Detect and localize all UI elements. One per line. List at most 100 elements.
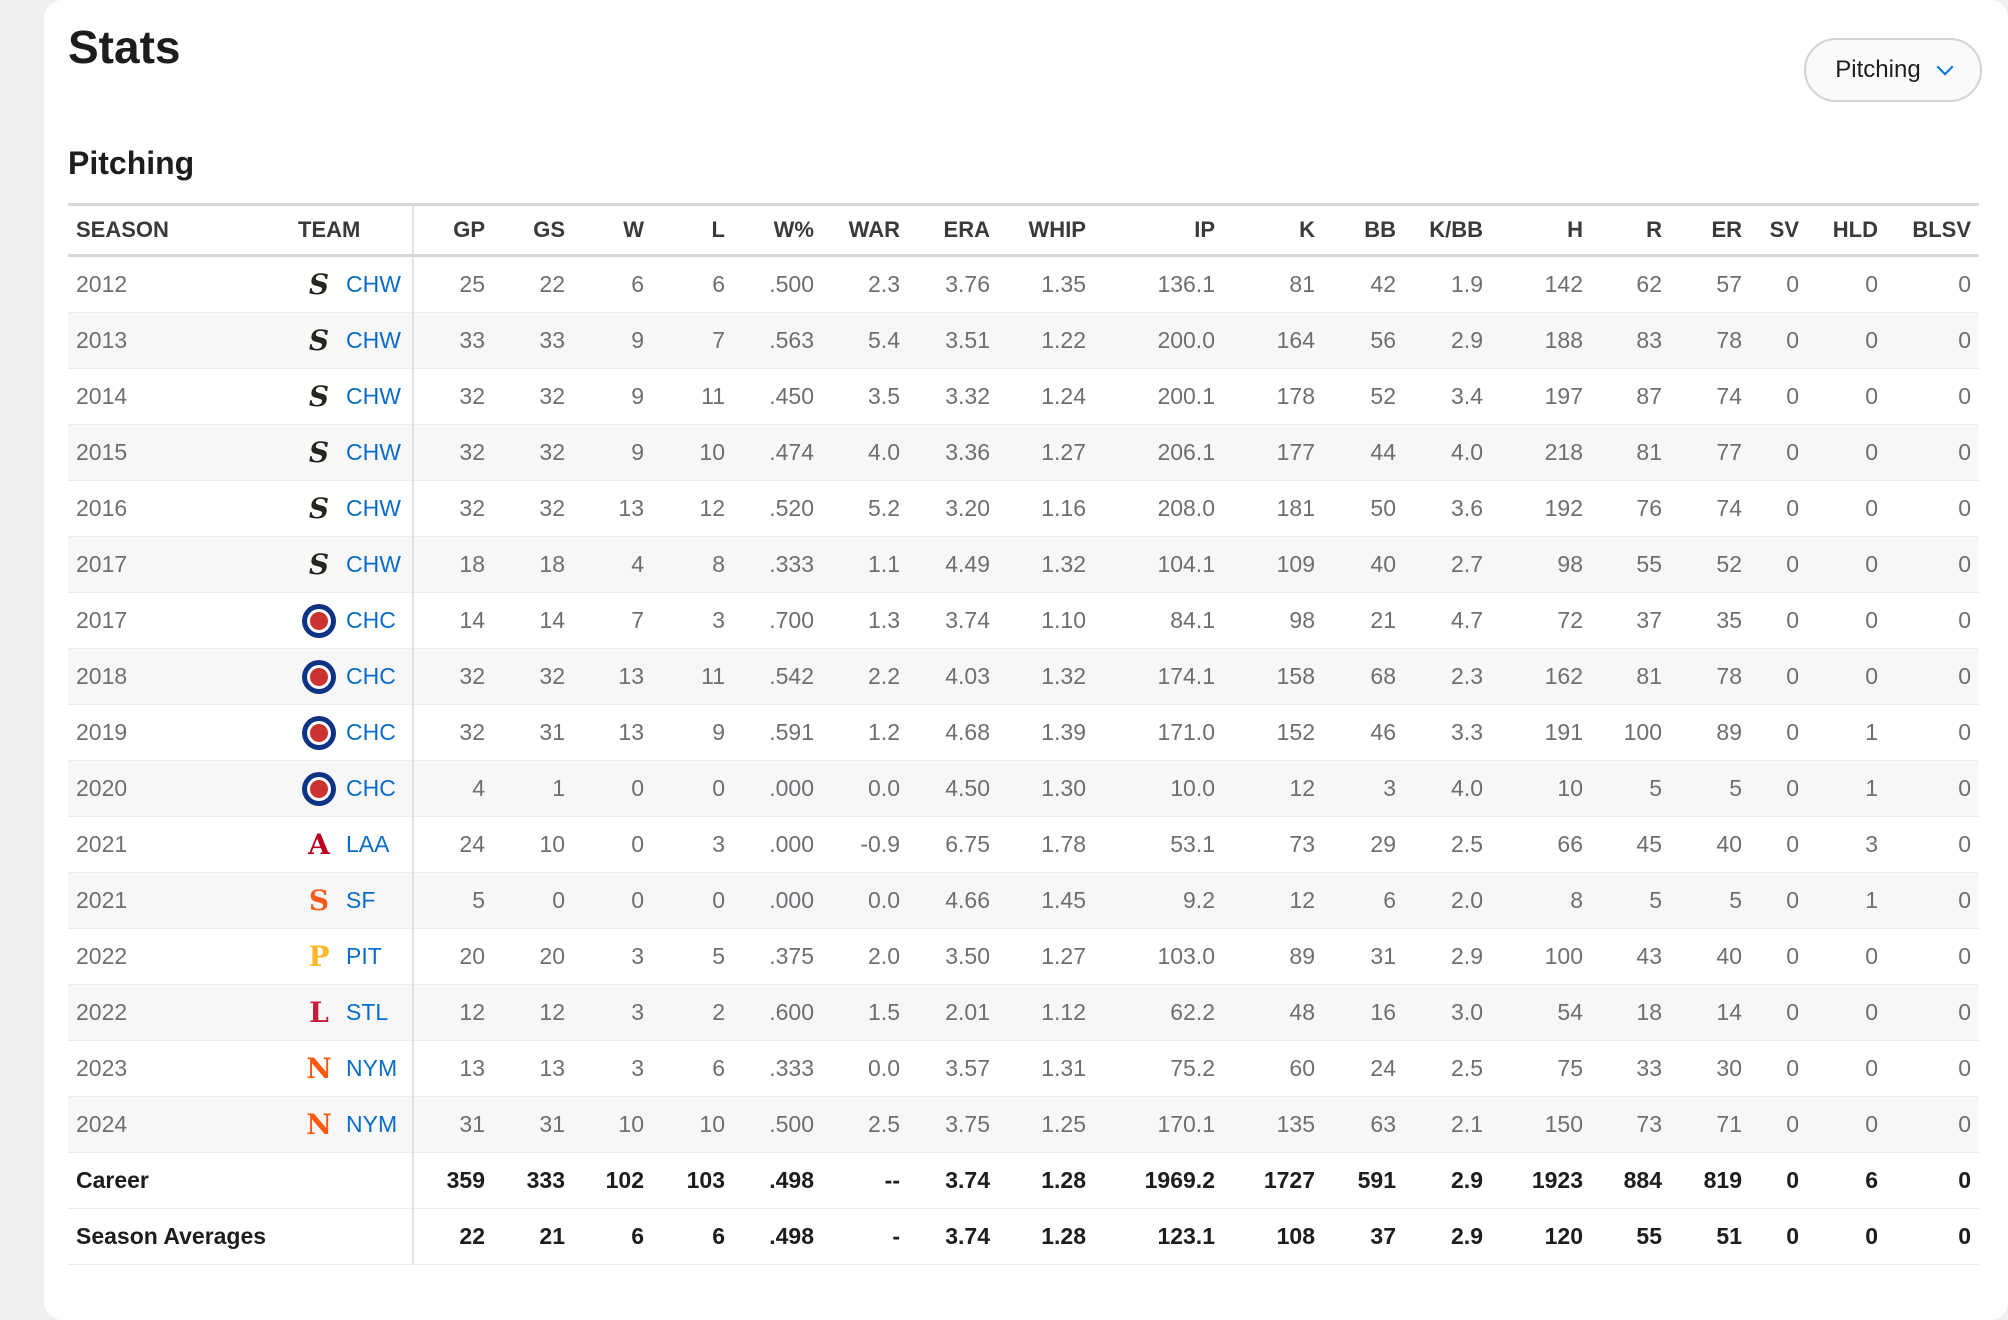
column-header-era[interactable]: ERA	[908, 203, 998, 257]
team-link[interactable]: NYM	[346, 1055, 397, 1082]
team-link[interactable]: CHW	[346, 551, 401, 578]
team-link[interactable]: CHW	[346, 271, 401, 298]
stat-cell-hld: 0	[1807, 1096, 1886, 1153]
stat-cell-hld: 0	[1807, 368, 1886, 425]
stat-cell-ip: 103.0	[1094, 928, 1223, 985]
stat-cell-era: 6.75	[908, 816, 998, 873]
cubs-logo-icon	[302, 771, 336, 806]
stat-cell-blsv: 0	[1886, 312, 1979, 369]
stat-cell-w-: .375	[733, 928, 822, 985]
totals-label: Season Averages	[68, 1208, 414, 1265]
column-header-season[interactable]: SEASON	[68, 203, 290, 257]
stat-cell-blsv: 0	[1886, 1040, 1979, 1097]
stat-cell-w: 13	[573, 704, 652, 761]
column-header-sv[interactable]: SV	[1750, 203, 1807, 257]
stat-cell-k-bb: 4.0	[1404, 760, 1491, 817]
stat-cell-ip: 206.1	[1094, 424, 1223, 481]
stat-cell-sv: 0	[1750, 928, 1807, 985]
team-link[interactable]: SF	[346, 887, 375, 914]
team-link[interactable]: STL	[346, 999, 388, 1026]
stat-cell-blsv: 0	[1886, 816, 1979, 873]
table-row: 2024 N NYM 31 31 10 10.500 2.5 3.75 1.25 170.1 135 6…	[68, 1096, 1979, 1153]
stat-cell-w: 3	[573, 928, 652, 985]
season-cell: 2019	[68, 704, 290, 761]
team-link[interactable]: CHW	[346, 439, 401, 466]
team-link[interactable]: NYM	[346, 1111, 397, 1138]
stat-cell-sv: 0	[1750, 648, 1807, 705]
column-header-hld[interactable]: HLD	[1807, 203, 1886, 257]
stat-cell-sv: 0	[1750, 592, 1807, 649]
total-cell-gp: 22	[413, 1208, 493, 1265]
stat-cell-gp: 32	[413, 704, 493, 761]
column-header-bb[interactable]: BB	[1323, 203, 1404, 257]
total-cell-hld: 0	[1807, 1208, 1886, 1265]
stat-cell-war: 1.2	[822, 704, 908, 761]
column-header-gs[interactable]: GS	[493, 203, 573, 257]
column-header-r[interactable]: R	[1591, 203, 1670, 257]
stat-cell-whip: 1.32	[998, 648, 1094, 705]
section-title: Pitching	[68, 145, 195, 181]
stat-cell-whip: 1.45	[998, 872, 1094, 929]
team-wrap: S CHW	[290, 324, 404, 358]
team-link[interactable]: LAA	[346, 831, 389, 858]
stat-cell-er: 40	[1670, 928, 1750, 985]
team-link[interactable]: CHW	[346, 327, 401, 354]
stat-cell-ip: 174.1	[1094, 648, 1223, 705]
stat-cell-h: 10	[1491, 760, 1591, 817]
stat-cell-h: 72	[1491, 592, 1591, 649]
stat-cell-gs: 0	[493, 872, 573, 929]
stat-cell-era: 4.03	[908, 648, 998, 705]
stat-cell-k: 73	[1223, 816, 1323, 873]
total-cell-whip: 1.28	[998, 1152, 1094, 1209]
stat-cell-l: 7	[652, 312, 733, 369]
season-cell: 2013	[68, 312, 290, 369]
table-row: 2023 N NYM 13 13 3 6.333 0.0 3.57 1.31 75.2 60 24 2.5…	[68, 1040, 1979, 1097]
stat-cell-bb: 29	[1323, 816, 1404, 873]
team-link[interactable]: CHC	[346, 775, 396, 802]
column-header-er[interactable]: ER	[1670, 203, 1750, 257]
column-header-whip[interactable]: WHIP	[998, 203, 1094, 257]
stat-cell-r: 87	[1591, 368, 1670, 425]
column-header-gp[interactable]: GP	[413, 203, 493, 257]
stat-cell-blsv: 0	[1886, 872, 1979, 929]
column-header-w-[interactable]: W%	[733, 203, 822, 257]
stat-cell-h: 100	[1491, 928, 1591, 985]
team-link[interactable]: CHC	[346, 607, 396, 634]
stat-cell-gs: 32	[493, 480, 573, 537]
column-header-ip[interactable]: IP	[1094, 203, 1223, 257]
stat-cell-blsv: 0	[1886, 480, 1979, 537]
column-header-team[interactable]: TEAM	[290, 203, 414, 257]
stat-cell-bb: 44	[1323, 424, 1404, 481]
column-header-h[interactable]: H	[1491, 203, 1591, 257]
stat-cell-war: 1.5	[822, 984, 908, 1041]
team-cell: N NYM	[290, 1040, 414, 1097]
team-link[interactable]: CHC	[346, 719, 396, 746]
cubs-logo-icon	[302, 715, 336, 750]
stat-cell-r: 100	[1591, 704, 1670, 761]
column-header-l[interactable]: L	[652, 203, 733, 257]
total-cell-gs: 21	[493, 1208, 573, 1265]
column-header-blsv[interactable]: BLSV	[1886, 203, 1979, 257]
stat-cell-gp: 4	[413, 760, 493, 817]
stat-cell-whip: 1.25	[998, 1096, 1094, 1153]
stat-cell-w: 9	[573, 312, 652, 369]
stat-cell-ip: 170.1	[1094, 1096, 1223, 1153]
team-link[interactable]: CHW	[346, 495, 401, 522]
total-cell-era: 3.74	[908, 1208, 998, 1265]
stat-cell-gp: 25	[413, 255, 493, 313]
stat-cell-gp: 24	[413, 816, 493, 873]
team-link[interactable]: CHW	[346, 383, 401, 410]
total-cell-sv: 0	[1750, 1208, 1807, 1265]
column-header-war[interactable]: WAR	[822, 203, 908, 257]
column-header-k[interactable]: K	[1223, 203, 1323, 257]
team-link[interactable]: PIT	[346, 943, 382, 970]
column-header-w[interactable]: W	[573, 203, 652, 257]
stat-cell-er: 30	[1670, 1040, 1750, 1097]
stat-type-dropdown[interactable]: Pitching	[1804, 38, 1982, 102]
team-link[interactable]: CHC	[346, 663, 396, 690]
stat-cell-bb: 21	[1323, 592, 1404, 649]
cubs-logo-icon	[302, 603, 336, 638]
stat-cell-gs: 32	[493, 424, 573, 481]
column-header-k-bb[interactable]: K/BB	[1404, 203, 1491, 257]
table-row: 2013 S CHW 33 33 9 7.563 5.4 3.51 1.22 200.0 164 56 2…	[68, 312, 1979, 369]
